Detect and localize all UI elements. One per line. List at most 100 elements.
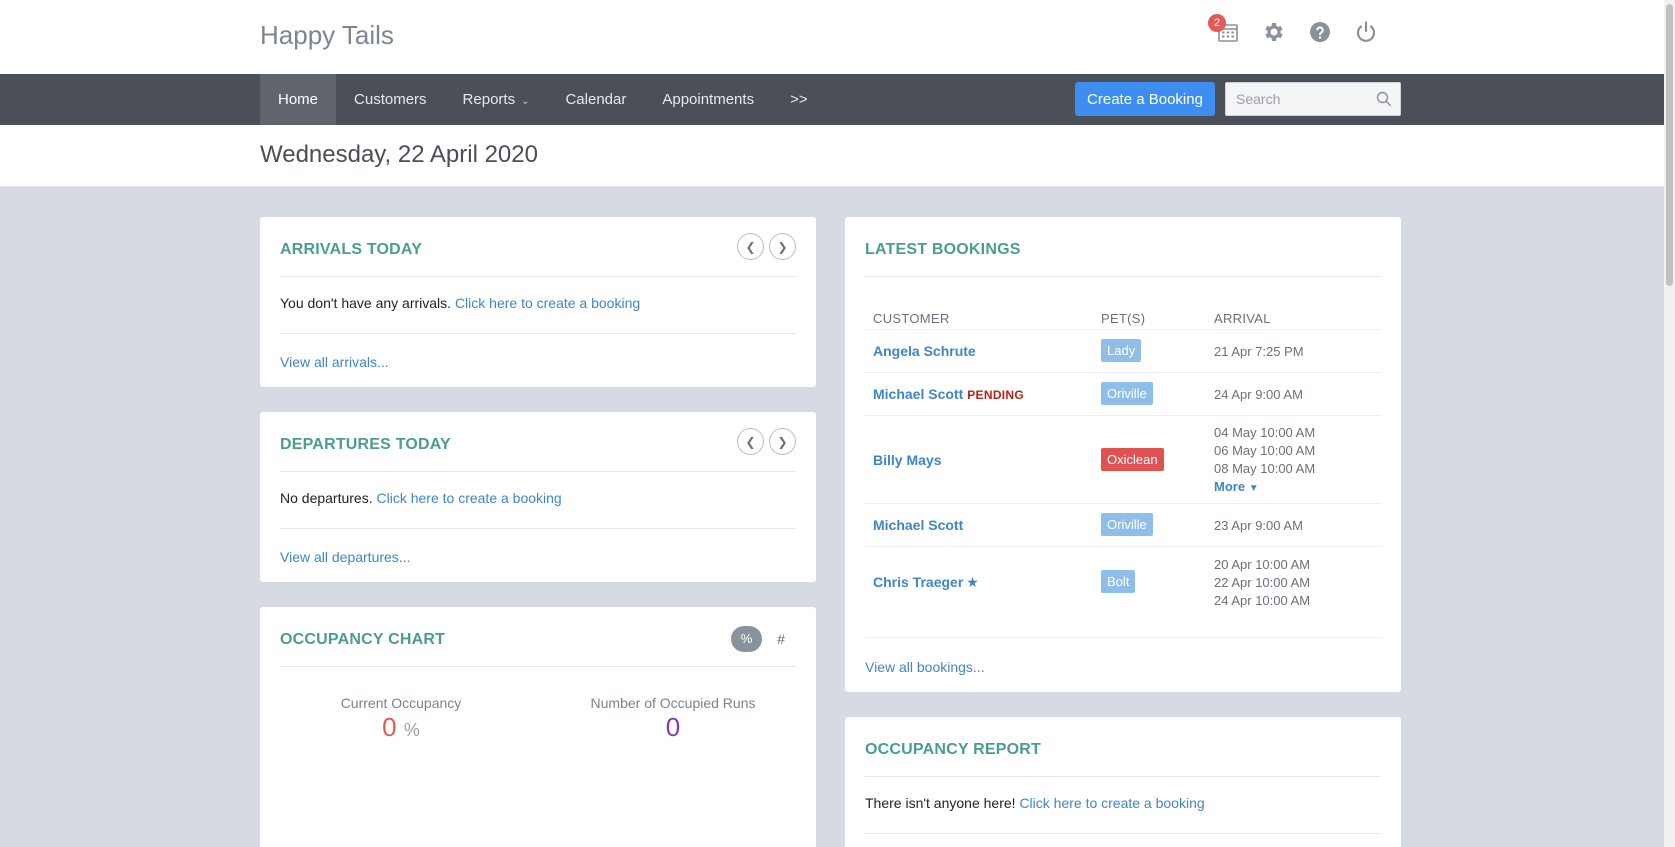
- current-occupancy-label: Current Occupancy: [340, 695, 462, 711]
- occupied-runs-label: Number of Occupied Runs: [590, 695, 756, 711]
- star-icon: ★: [966, 574, 979, 590]
- divider: [865, 372, 1381, 373]
- divider: [865, 276, 1381, 277]
- departures-message-line: No departures. Click here to create a bo…: [280, 490, 562, 506]
- booking-customer-link[interactable]: Michael Scott PENDING: [873, 386, 1024, 402]
- departures-pager: ❮ ❯: [737, 428, 796, 455]
- booking-customer-link[interactable]: Michael Scott: [873, 517, 963, 533]
- search-icon[interactable]: [1376, 91, 1392, 107]
- view-all-arrivals-link[interactable]: View all arrivals...: [280, 354, 389, 370]
- divider: [280, 471, 796, 472]
- occupancy-report-title: OCCUPANCY REPORT: [865, 741, 1041, 758]
- divider: [280, 528, 796, 529]
- arrival-time: 06 May 10:00 AM: [1214, 443, 1316, 458]
- arrivals-message: You don't have any arrivals.: [280, 295, 452, 311]
- arrival-time: 23 Apr 9:00 AM: [1214, 518, 1303, 533]
- latest-bookings-panel: LATEST BOOKINGS CUSTOMER PET(S) ARRIVAL …: [845, 217, 1401, 692]
- nav-appointments[interactable]: Appointments: [644, 74, 772, 125]
- divider: [865, 637, 1381, 638]
- nav-customers[interactable]: Customers: [336, 74, 445, 125]
- booking-arrivals: 21 Apr 7:25 PM: [1214, 343, 1304, 361]
- arrival-time: 04 May 10:00 AM: [1214, 425, 1316, 440]
- occupancy-report-panel: OCCUPANCY REPORT There isn't anyone here…: [845, 717, 1401, 847]
- column-header-arrival[interactable]: ARRIVAL: [1214, 311, 1271, 326]
- gear-icon: [1262, 23, 1286, 47]
- nav-more[interactable]: >>: [772, 74, 826, 125]
- occupancy-report-create-link[interactable]: Click here to create a booking: [1019, 795, 1204, 811]
- top-icons: 2: [1208, 14, 1378, 47]
- chevron-left-icon[interactable]: ❮: [737, 428, 764, 455]
- departures-title: DEPARTURES TODAY: [280, 436, 451, 453]
- view-all-bookings-link[interactable]: View all bookings...: [865, 659, 985, 675]
- divider: [865, 776, 1381, 777]
- arrivals-title: ARRIVALS TODAY: [280, 241, 423, 258]
- count-toggle[interactable]: #: [771, 626, 791, 652]
- booking-arrivals: 20 Apr 10:00 AM 22 Apr 10:00 AM 24 Apr 1…: [1214, 556, 1310, 610]
- booking-arrivals: 24 Apr 9:00 AM: [1214, 386, 1303, 404]
- page-date: Wednesday, 22 April 2020: [260, 141, 538, 168]
- pet-tag[interactable]: Bolt: [1101, 570, 1136, 593]
- nav-reports-label: Reports: [462, 91, 516, 108]
- nav-home[interactable]: Home: [260, 74, 337, 125]
- logout-button[interactable]: [1354, 20, 1378, 44]
- create-booking-button[interactable]: Create a Booking: [1075, 82, 1215, 116]
- current-occupancy-unit: %: [403, 720, 420, 740]
- pet-tag[interactable]: Lady: [1101, 339, 1142, 362]
- arrival-time: 20 Apr 10:00 AM: [1214, 557, 1311, 572]
- customer-name: Chris Traeger: [873, 574, 964, 590]
- notification-badge: 2: [1208, 14, 1226, 32]
- power-icon: [1354, 21, 1378, 47]
- column-header-pets[interactable]: PET(S): [1101, 311, 1145, 326]
- nav-reports[interactable]: Reports ⌄: [445, 74, 548, 125]
- chevron-right-icon[interactable]: ❯: [769, 428, 796, 455]
- more-arrivals-link[interactable]: More ▼: [1214, 478, 1315, 498]
- arrivals-pager: ❮ ❯: [737, 233, 796, 260]
- nav-items: Home Customers Reports ⌄ Calendar Appoint…: [260, 74, 826, 125]
- column-header-customer[interactable]: CUSTOMER: [873, 311, 950, 326]
- pending-status-badge: PENDING: [967, 388, 1025, 402]
- arrival-time: 24 Apr 9:00 AM: [1214, 387, 1303, 402]
- booking-customer-link[interactable]: Chris Traeger ★: [873, 574, 979, 591]
- top-bar: Happy Tails 2: [0, 0, 1664, 74]
- brand-title[interactable]: Happy Tails: [260, 20, 394, 51]
- pet-tag[interactable]: Oxiclean: [1101, 448, 1164, 471]
- arrivals-message-line: You don't have any arrivals. Click here …: [280, 295, 640, 311]
- arrivals-create-link[interactable]: Click here to create a booking: [455, 295, 640, 311]
- chevron-right-icon[interactable]: ❯: [769, 233, 796, 260]
- occupancy-chart-title: OCCUPANCY CHART: [280, 631, 446, 648]
- pet-tag[interactable]: Oriville: [1101, 513, 1153, 536]
- divider: [280, 276, 796, 277]
- main-navbar: Home Customers Reports ⌄ Calendar Appoint…: [0, 74, 1664, 125]
- current-occupancy-number: 0: [382, 712, 397, 742]
- occupied-runs-value: 0: [665, 712, 681, 742]
- chevron-left-icon[interactable]: ❮: [737, 233, 764, 260]
- page-scrollbar-thumb[interactable]: [1666, 4, 1673, 286]
- pet-tag[interactable]: Oriville: [1101, 382, 1153, 405]
- calendar-notifications[interactable]: 2: [1208, 14, 1240, 47]
- latest-bookings-title: LATEST BOOKINGS: [865, 241, 1021, 258]
- more-label: More: [1214, 479, 1246, 494]
- booking-arrivals: 23 Apr 9:00 AM: [1214, 517, 1303, 535]
- caret-down-icon: ▼: [1248, 483, 1259, 494]
- arrival-time: 22 Apr 10:00 AM: [1214, 575, 1311, 590]
- occupancy-chart-panel: OCCUPANCY CHART % # Current Occupancy 0 …: [260, 607, 816, 847]
- date-header: Wednesday, 22 April 2020: [0, 125, 1664, 187]
- settings-button[interactable]: [1262, 20, 1286, 44]
- help-button[interactable]: [1308, 20, 1332, 44]
- search-box: [1225, 82, 1401, 116]
- arrival-time: 21 Apr 7:25 PM: [1214, 344, 1304, 359]
- booking-customer-link[interactable]: Angela Schrute: [873, 343, 976, 359]
- calendar-icon: [1216, 24, 1240, 47]
- departures-panel: DEPARTURES TODAY ❮ ❯ No departures. Clic…: [260, 412, 816, 582]
- booking-customer-link[interactable]: Billy Mays: [873, 452, 941, 468]
- view-all-departures-link[interactable]: View all departures...: [280, 549, 410, 565]
- divider: [865, 833, 1381, 834]
- nav-calendar[interactable]: Calendar: [547, 74, 644, 125]
- departures-create-link[interactable]: Click here to create a booking: [377, 490, 562, 506]
- occupancy-report-message: There isn't anyone here!: [865, 795, 1016, 811]
- percent-toggle[interactable]: %: [731, 626, 762, 652]
- divider: [280, 333, 796, 334]
- search-input[interactable]: [1226, 83, 1366, 115]
- chevron-down-icon: ⌄: [521, 96, 530, 107]
- customer-name: Michael Scott: [873, 386, 964, 402]
